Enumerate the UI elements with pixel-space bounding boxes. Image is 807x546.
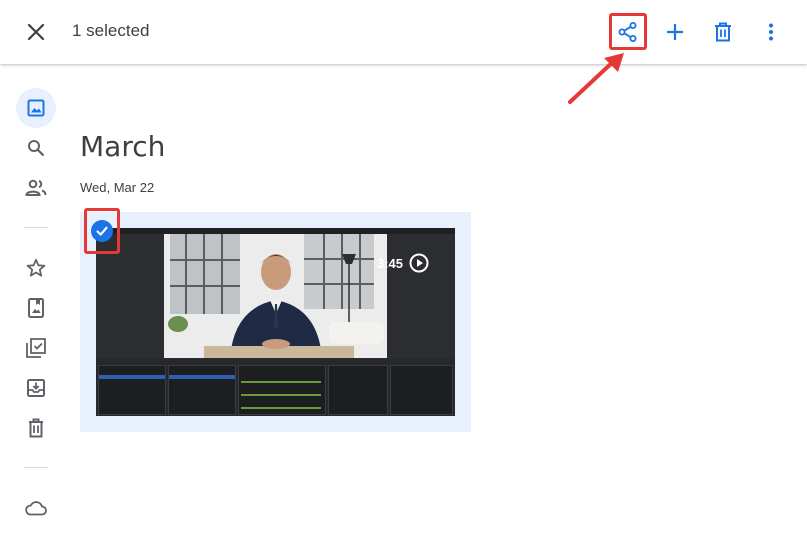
selection-toolbar: 1 selected bbox=[0, 0, 807, 64]
storage-cloud-icon bbox=[25, 501, 47, 516]
sharing-icon bbox=[25, 179, 47, 196]
albums-icon bbox=[28, 298, 44, 318]
selection-checkbox[interactable] bbox=[84, 208, 120, 254]
date-heading: Wed, Mar 22 bbox=[80, 180, 155, 195]
editor-panels bbox=[96, 359, 455, 416]
video-duration: 3:45 bbox=[376, 256, 403, 271]
archive-icon bbox=[27, 379, 45, 397]
delete-button[interactable] bbox=[705, 14, 741, 50]
sidebar-item-sharing[interactable] bbox=[16, 168, 56, 208]
sidebar-item-favorites[interactable] bbox=[16, 248, 56, 288]
sidebar-item-search[interactable] bbox=[16, 128, 56, 168]
close-icon bbox=[27, 23, 45, 41]
search-icon bbox=[28, 140, 45, 157]
sidebar-item-utilities[interactable] bbox=[16, 328, 56, 368]
sidebar-item-photos[interactable] bbox=[16, 88, 56, 128]
sidebar-divider bbox=[24, 467, 48, 468]
close-selection-button[interactable] bbox=[20, 16, 52, 48]
video-preview-frame bbox=[164, 234, 387, 358]
sidebar-item-trash[interactable] bbox=[16, 408, 56, 448]
more-vert-icon bbox=[769, 23, 773, 41]
photos-icon bbox=[27, 99, 45, 117]
share-icon bbox=[618, 21, 637, 42]
sidebar-item-albums[interactable] bbox=[16, 288, 56, 328]
video-thumbnail: 3:45 bbox=[96, 228, 455, 416]
utilities-icon bbox=[26, 338, 46, 358]
play-icon bbox=[409, 253, 429, 273]
annotation-arrow bbox=[568, 53, 624, 104]
favorites-icon bbox=[26, 258, 46, 277]
add-icon bbox=[667, 24, 683, 40]
checkmark-icon bbox=[91, 220, 113, 242]
selection-count: 1 selected bbox=[72, 21, 150, 40]
trash-icon bbox=[715, 22, 731, 42]
sidebar-item-archive[interactable] bbox=[16, 368, 56, 408]
month-heading: March bbox=[80, 130, 166, 163]
trash-icon bbox=[29, 418, 43, 438]
add-to-album-button[interactable] bbox=[657, 14, 693, 50]
more-options-button[interactable] bbox=[753, 14, 789, 50]
sidebar-item-storage[interactable] bbox=[16, 488, 56, 528]
media-tile-selected[interactable]: 3:45 bbox=[80, 212, 471, 432]
sidebar-divider bbox=[24, 227, 48, 228]
share-button[interactable] bbox=[609, 13, 647, 50]
sidebar-nav bbox=[0, 64, 72, 546]
